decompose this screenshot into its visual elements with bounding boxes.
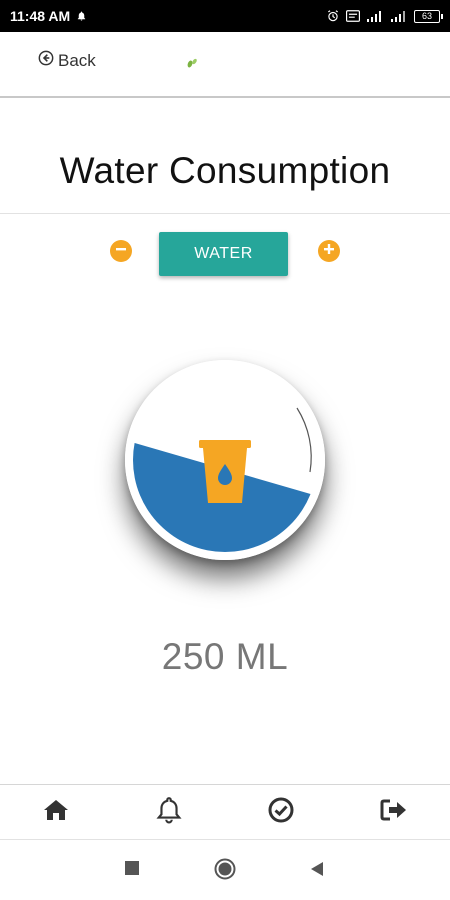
home-icon (43, 799, 69, 826)
consumption-amount: 250 ML (161, 636, 289, 677)
signal-2-icon (390, 10, 408, 23)
back-system-button[interactable] (310, 861, 324, 882)
back-label: Back (58, 50, 96, 70)
back-button[interactable]: Back (38, 50, 96, 71)
signal-icon (366, 10, 384, 23)
recents-button[interactable] (124, 860, 140, 881)
status-bar: 11:48 AM 63 (0, 0, 450, 32)
increase-button[interactable] (318, 240, 340, 262)
system-nav-bar (0, 840, 450, 900)
logout-icon (380, 798, 408, 827)
page-title: Water Consumption (59, 150, 391, 191)
notification-bell-icon (76, 10, 87, 22)
nav-home[interactable] (0, 785, 113, 839)
water-gauge (125, 360, 325, 560)
nav-notifications[interactable] (113, 785, 226, 839)
decrease-button[interactable] (110, 240, 132, 262)
triangle-back-icon (310, 861, 324, 882)
circle-home-icon (214, 858, 236, 885)
alarm-icon (326, 9, 340, 23)
home-system-button[interactable] (214, 858, 236, 885)
leaf-logo-icon (186, 56, 198, 74)
nav-tasks[interactable] (225, 785, 338, 839)
drink-type-button[interactable]: WATER (159, 232, 288, 276)
minus-icon (115, 242, 127, 260)
bell-icon (156, 796, 182, 829)
check-circle-icon (268, 797, 294, 828)
app-bar-divider (0, 96, 450, 98)
back-arrow-icon (38, 50, 54, 71)
title-divider (0, 213, 450, 214)
status-time: 11:48 AM (10, 8, 71, 24)
battery-icon: 63 (414, 9, 443, 23)
message-icon (346, 10, 360, 22)
square-icon (124, 860, 140, 881)
app-bar: Back (0, 32, 450, 96)
plus-icon (323, 242, 335, 260)
bottom-nav (0, 785, 450, 839)
nav-logout[interactable] (338, 785, 450, 839)
